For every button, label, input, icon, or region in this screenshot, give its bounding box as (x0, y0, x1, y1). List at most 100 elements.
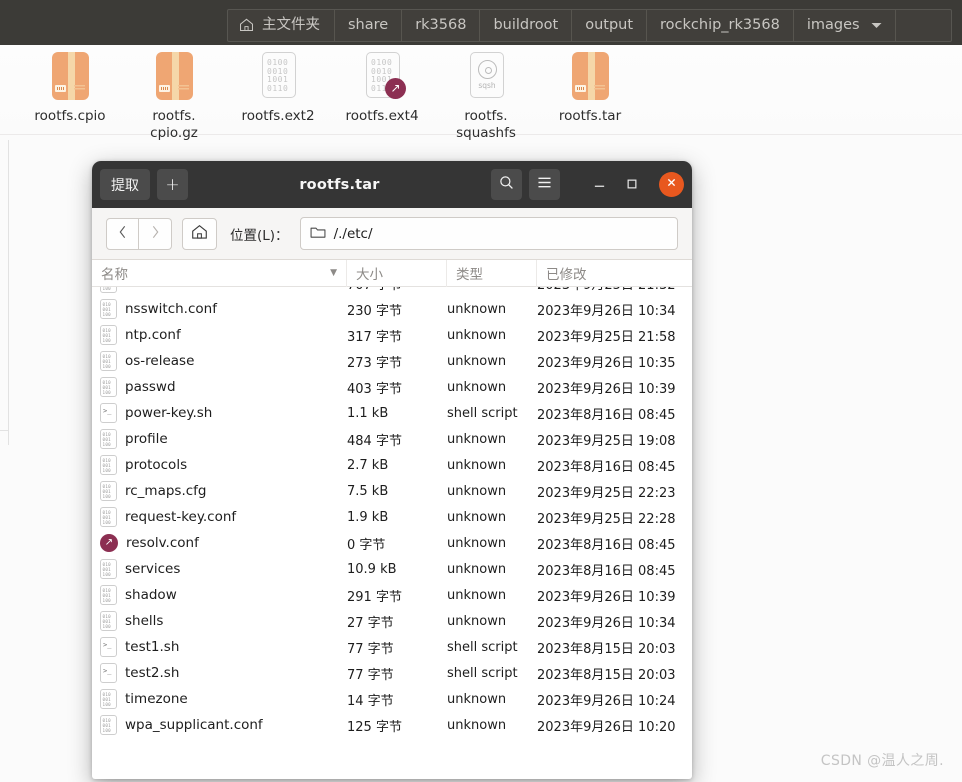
desktop-icon-rootfs-cpio-gz[interactable]: rootfs. cpio.gz (122, 50, 226, 142)
desktop-icon-grid: rootfs.cpio rootfs. cpio.gz 0100 0010 10… (18, 50, 718, 142)
binary-digits: 010 001 100 (102, 614, 111, 629)
file-name-cell: 010 001 100 passwd (92, 377, 347, 397)
file-modified: 2023年9月26日 10:34 (537, 303, 676, 319)
disc-file-icon: sqsh (461, 50, 511, 102)
file-size: 2.7 kB (347, 457, 389, 473)
window-titlebar: 提取 + rootfs.tar (92, 161, 692, 208)
add-files-button[interactable]: + (157, 169, 188, 200)
file-name: timezone (125, 691, 188, 707)
file-size: 14 字节 (347, 693, 394, 709)
binary-digits: 010 001 100 (102, 432, 111, 447)
binary-file-icon: 010 001 100 (100, 585, 117, 605)
breadcrumb-label: 主文件夹 (262, 17, 320, 34)
table-row[interactable]: 010 001 100 ntp.conf 317 字节 unknown 2023年9月2… (92, 322, 692, 348)
file-size: 291 字节 (347, 589, 402, 605)
file-modified: 2023年9月25日 21:58 (537, 329, 676, 345)
table-row[interactable]: ↗ resolv.conf 0 字节 unknown 2023年8月16日 08:45 (92, 530, 692, 556)
desktop-icon-rootfs-tar[interactable]: rootfs.tar (538, 50, 642, 142)
menu-button[interactable] (529, 169, 560, 200)
binary-digits: 010 001 100 (102, 302, 111, 317)
breadcrumb-item-share[interactable]: share (335, 10, 403, 41)
table-row[interactable]: 010 001 100 request-key.conf 1.9 kB unknown… (92, 504, 692, 530)
binary-file-icon: 010 001 100 (100, 715, 117, 735)
table-row[interactable]: 010 001 100 shells 27 字节 unknown 2023年9月26日 … (92, 608, 692, 634)
breadcrumb-item-output[interactable]: output (572, 10, 648, 41)
breadcrumb-item-rk3568[interactable]: rk3568 (402, 10, 481, 41)
breadcrumb-item-rockchip-rk3568[interactable]: rockchip_rk3568 (647, 10, 794, 41)
file-name: services (125, 561, 181, 577)
table-row[interactable]: 010 001 100 services 10.9 kB unknown 2023年8月… (92, 556, 692, 582)
table-row[interactable]: >_ test2.sh 77 字节 shell script 2023年8月15日 20… (92, 660, 692, 686)
file-name-cell: 010 001 100 shadow (92, 585, 347, 605)
close-button[interactable] (659, 172, 684, 197)
breadcrumb-label: images (806, 17, 860, 34)
desktop-icon-rootfs-ext4[interactable]: 0100 0010 1001 0110 ↗ rootfs.ext4 (330, 50, 434, 142)
archive-icon (45, 50, 95, 102)
table-row[interactable]: 010 001 100 os-release 273 字节 unknown 2023年9… (92, 348, 692, 374)
file-type: unknown (447, 613, 507, 629)
file-modified: 2023年8月15日 20:03 (537, 667, 676, 683)
home-button[interactable] (182, 217, 217, 250)
file-size: 484 字节 (347, 433, 402, 449)
desktop-icon-label: rootfs.tar (558, 108, 622, 124)
file-size: 317 字节 (347, 329, 402, 345)
file-size: 1.1 kB (347, 405, 389, 421)
binary-digits: 010 001 100 (102, 328, 111, 343)
file-name-cell: 010 001 100 protocols (92, 455, 347, 475)
file-type: unknown (447, 691, 507, 707)
file-size: 7.5 kB (347, 483, 389, 499)
chevron-left-icon (118, 225, 127, 243)
maximize-button[interactable] (619, 172, 645, 198)
chevron-down-icon[interactable] (871, 18, 882, 33)
table-row[interactable]: 010 001 100 rc_maps.cfg 7.5 kB unknown 2023年… (92, 478, 692, 504)
file-name-cell: >_ test1.sh (92, 637, 347, 657)
table-row[interactable]: 010 001 100 wpa_supplicant.conf 125 字节 unkn… (92, 712, 692, 738)
file-name-cell: 010 001 100 timezone (92, 689, 347, 709)
desktop-icon-rootfs-squashfs[interactable]: sqsh rootfs. squashfs (434, 50, 538, 142)
table-row[interactable]: 010 001 100 protocols 2.7 kB unknown 2023年8月… (92, 452, 692, 478)
table-row[interactable]: 010 001 100 passwd 403 字节 unknown 2023年9月26日… (92, 374, 692, 400)
forward-button[interactable] (139, 217, 172, 250)
file-modified: 2023年9月25日 21:32 (537, 287, 692, 293)
column-header-name[interactable]: 名称 ▼ (92, 259, 347, 287)
breadcrumb-item-home[interactable]: 主文件夹 (228, 10, 335, 41)
file-list[interactable]: 010 001 100networks707 字节unknown2023年9月2… (92, 287, 692, 751)
table-row[interactable]: 010 001 100 networks 707 字节unknown2023年9月2… (92, 287, 692, 296)
extract-button[interactable]: 提取 (100, 169, 150, 200)
table-row[interactable]: 010 001 100 shadow 291 字节 unknown 2023年9月26日… (92, 582, 692, 608)
minimize-button[interactable] (586, 172, 612, 198)
breadcrumb-item-buildroot[interactable]: buildroot (480, 10, 573, 41)
archive-manager-window: 提取 + rootfs.tar 位置(L)： /./etc/ 名称 ▼ 大小 类… (92, 161, 692, 779)
home-icon (239, 18, 254, 32)
table-row[interactable]: 010 001 100 timezone 14 字节 unknown 2023年9月26… (92, 686, 692, 712)
table-row[interactable]: 010 001 100 nsswitch.conf 230 字节 unknown 202… (92, 296, 692, 322)
column-header-type[interactable]: 类型 (447, 259, 537, 287)
desktop-icon-label: rootfs.ext2 (241, 108, 315, 124)
binary-file-icon: 010 001 100 (100, 351, 117, 371)
breadcrumb-label: buildroot (493, 17, 559, 34)
desktop-icon-rootfs-ext2[interactable]: 0100 0010 1001 0110 rootfs.ext2 (226, 50, 330, 142)
binary-file-icon: 010 001 100 (100, 481, 117, 501)
top-panel: 主文件夹 share rk3568 buildroot output rockc… (0, 0, 962, 45)
file-type: unknown (447, 301, 507, 317)
home-icon (191, 224, 208, 244)
file-type: unknown (447, 379, 507, 395)
breadcrumb-item-images[interactable]: images (794, 10, 896, 41)
column-header-modified[interactable]: 已修改 (537, 260, 692, 287)
back-button[interactable] (106, 217, 139, 250)
breadcrumb-label: rockchip_rk3568 (660, 17, 780, 34)
table-row[interactable]: >_ power-key.sh 1.1 kB shell script 2023年8月1… (92, 400, 692, 426)
file-name-cell: 010 001 100 services (92, 559, 347, 579)
column-header-size[interactable]: 大小 (347, 259, 447, 287)
binary-digits: 010 001 100 (102, 354, 111, 369)
shell-script-icon: >_ (100, 637, 117, 657)
location-input[interactable]: /./etc/ (299, 217, 678, 250)
file-type: unknown (447, 431, 507, 447)
table-row[interactable]: 010 001 100 profile 484 字节 unknown 2023年9月25… (92, 426, 692, 452)
column-label: 大小 (356, 267, 383, 283)
file-modified: 2023年9月25日 22:23 (537, 485, 676, 501)
search-button[interactable] (491, 169, 522, 200)
file-type: shell script (447, 639, 518, 655)
desktop-icon-rootfs-cpio[interactable]: rootfs.cpio (18, 50, 122, 142)
table-row[interactable]: >_ test1.sh 77 字节 shell script 2023年8月15日 20… (92, 634, 692, 660)
